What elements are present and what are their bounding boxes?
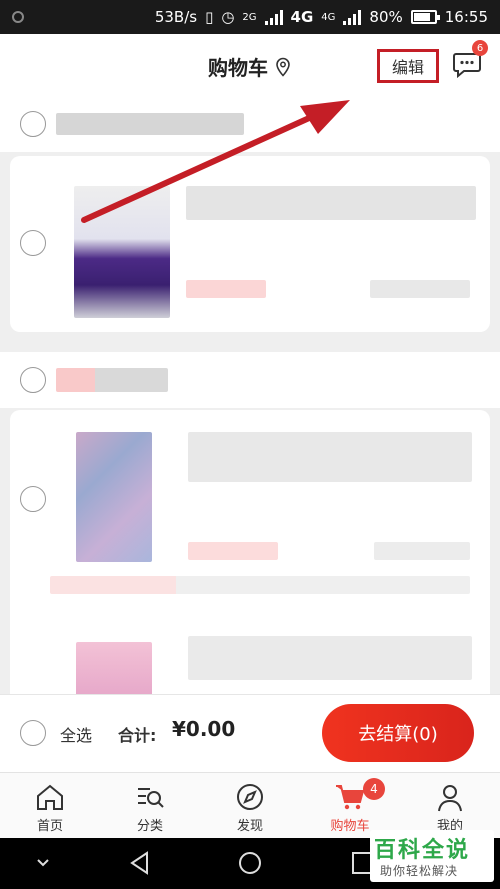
clock: 16:55 — [444, 8, 488, 26]
message-icon[interactable] — [453, 52, 481, 79]
tab-bar: 首页 分类 发现 购物车 我的 — [0, 772, 500, 838]
location-pin-icon[interactable] — [274, 57, 292, 82]
shop-name-blurred — [56, 113, 244, 135]
network-4g-secondary: 4G — [321, 11, 336, 23]
network-4g: 4G — [290, 8, 314, 26]
watermark-logo: 百科全说 助你轻松解决 — [370, 830, 494, 882]
select-all-label[interactable]: 全选 — [60, 722, 92, 746]
hd-network: 2G — [242, 11, 257, 23]
home-icon — [37, 784, 63, 810]
product-title-blurred — [188, 432, 472, 482]
message-badge: 6 — [472, 40, 488, 56]
shop-row — [0, 352, 500, 408]
watermark-subtitle: 助你轻松解决 — [380, 864, 459, 878]
user-icon — [438, 785, 462, 812]
cart-icon — [336, 785, 365, 810]
shop-name-blurred — [56, 368, 168, 392]
tab-category[interactable]: 分类 — [100, 773, 200, 839]
cart-item-card — [10, 410, 490, 694]
total-value: ¥0.00 — [172, 717, 236, 741]
tab-label: 分类 — [136, 819, 163, 834]
cart-badge: 4 — [363, 778, 385, 800]
watermark-title: 百科全说 — [374, 838, 471, 863]
cart-list[interactable] — [0, 96, 500, 694]
quantity-stepper-blurred — [370, 280, 470, 298]
checkout-bar: 全选 合计: ¥0.00 去结算(0) — [0, 694, 500, 772]
shop-checkbox[interactable] — [20, 367, 46, 393]
compass-icon — [237, 784, 263, 810]
item-checkbox[interactable] — [20, 486, 46, 512]
battery-percent: 80% — [369, 8, 403, 26]
chevron-down-icon[interactable] — [30, 850, 56, 876]
home-nav-icon[interactable] — [237, 850, 263, 876]
product-price-blurred — [186, 280, 266, 298]
product-thumbnail-blurred — [74, 186, 170, 318]
quantity-stepper-blurred — [374, 542, 470, 560]
tab-discover[interactable]: 发现 — [200, 773, 300, 839]
select-all-checkbox[interactable] — [20, 720, 46, 746]
product-thumbnail-blurred — [76, 432, 152, 562]
alarm-icon: ◷ — [221, 8, 235, 26]
product-price-blurred — [188, 542, 278, 560]
item-checkbox[interactable] — [20, 230, 46, 256]
shop-row — [0, 96, 500, 152]
tab-label: 购物车 — [330, 819, 370, 834]
shop-checkbox[interactable] — [20, 111, 46, 137]
total-label: 合计: — [118, 726, 157, 745]
product-title-blurred — [188, 636, 472, 680]
status-bar: 53B/s ▯ ◷ 2G 4G 4G 80% 16:55 — [0, 0, 500, 34]
tab-home[interactable]: 首页 — [0, 773, 100, 839]
page-title: 购物车 — [208, 56, 268, 80]
signal-icon-2 — [343, 9, 362, 25]
edit-button[interactable]: 编辑 — [377, 49, 439, 83]
product-title-blurred — [186, 186, 476, 220]
category-search-icon — [138, 788, 164, 808]
tab-label: 发现 — [236, 819, 263, 834]
cart-item-card — [10, 156, 490, 332]
vibrate-icon: ▯ — [205, 8, 214, 26]
back-icon[interactable] — [127, 850, 153, 876]
promo-row-blurred — [50, 576, 470, 594]
page-header: 购物车 编辑 — [0, 34, 500, 96]
signal-icon — [264, 9, 283, 25]
tab-label: 首页 — [36, 819, 63, 834]
checkout-button[interactable]: 去结算(0) — [322, 704, 474, 762]
battery-icon — [410, 10, 440, 24]
notification-icon — [12, 11, 24, 23]
network-speed: 53B/s — [154, 8, 198, 26]
product-thumbnail-blurred — [76, 642, 152, 694]
